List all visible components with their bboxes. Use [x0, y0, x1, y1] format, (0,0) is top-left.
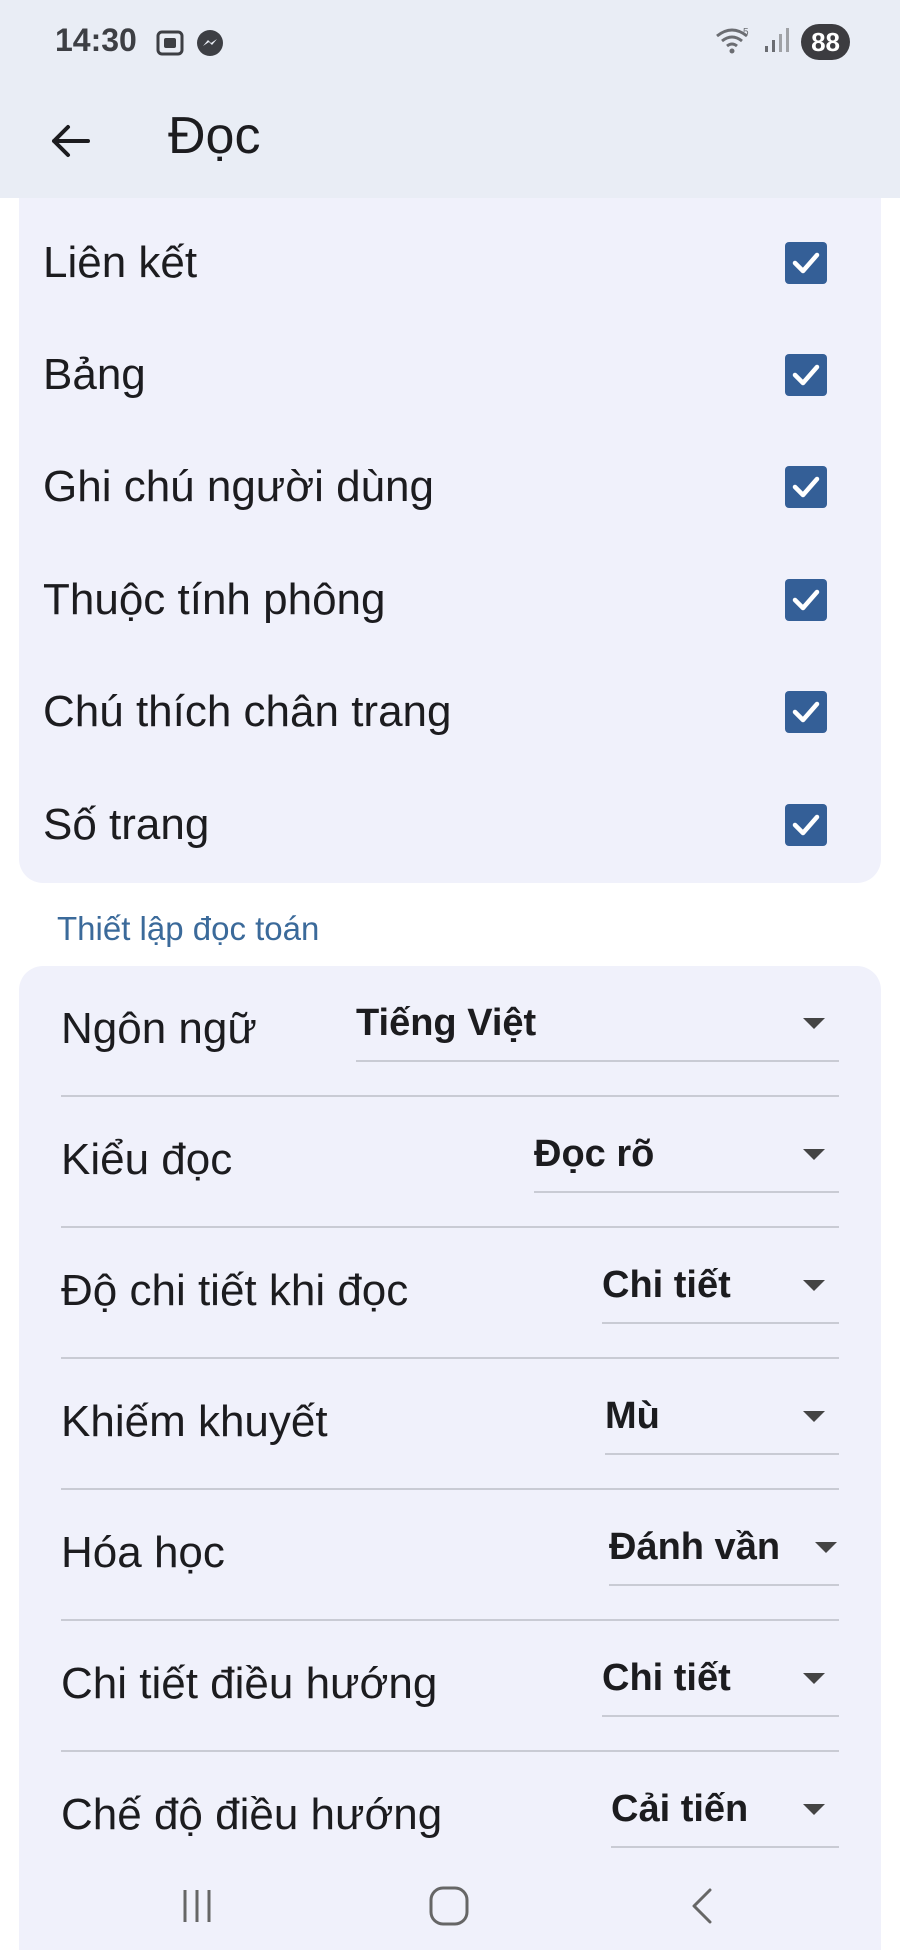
dropdown-value: Đọc rõ [534, 1133, 655, 1175]
disability-dropdown[interactable]: Mù [605, 1379, 839, 1455]
setting-label: Khiếm khuyết [61, 1397, 328, 1446]
dropdown-value: Chi tiết [602, 1657, 731, 1699]
option-row-page-numbers[interactable]: Số trang [19, 769, 881, 881]
caret-down-icon [803, 1411, 825, 1422]
dropdown-value: Cải tiến [611, 1788, 749, 1830]
verbosity-dropdown[interactable]: Chi tiết [602, 1248, 839, 1324]
page-title: Đọc [168, 107, 261, 165]
option-row-footnotes[interactable]: Chú thích chân trang [19, 656, 881, 768]
option-row-font-attributes[interactable]: Thuộc tính phông [19, 544, 881, 656]
setting-label: Chi tiết điều hướng [61, 1659, 438, 1708]
setting-navigation-detail: Chi tiết điều hướng Chi tiết [61, 1621, 839, 1752]
setting-label: Ngôn ngữ [61, 1004, 257, 1053]
dropdown-value: Mù [605, 1395, 660, 1437]
navigation-detail-dropdown[interactable]: Chi tiết [602, 1641, 839, 1717]
caret-down-icon [815, 1542, 837, 1553]
caret-down-icon [803, 1804, 825, 1815]
checkmark-icon [792, 814, 820, 836]
checkmark-icon [792, 476, 820, 498]
option-checkbox[interactable] [785, 354, 827, 396]
math-section-header: Thiết lập đọc toán [57, 910, 320, 947]
option-label: Ghi chú người dùng [43, 462, 434, 511]
caret-down-icon [803, 1673, 825, 1684]
setting-verbosity: Độ chi tiết khi đọc Chi tiết [61, 1228, 839, 1359]
recents-button[interactable] [167, 1876, 227, 1936]
home-icon [429, 1886, 469, 1926]
setting-label: Chế độ điều hướng [61, 1790, 443, 1839]
caret-down-icon [803, 1280, 825, 1291]
checkmark-icon [792, 701, 820, 723]
option-checkbox[interactable] [785, 579, 827, 621]
math-settings-card: Ngôn ngữ Tiếng Việt Kiểu đọc Đọc rõ Độ c… [19, 966, 881, 1950]
option-label: Bảng [43, 350, 146, 399]
option-checkbox[interactable] [785, 466, 827, 508]
screenshot-icon [155, 28, 185, 63]
option-label: Liên kết [43, 238, 198, 287]
setting-label: Kiểu đọc [61, 1135, 233, 1184]
option-label: Số trang [43, 800, 210, 849]
nav-back-button[interactable] [672, 1876, 732, 1936]
option-checkbox[interactable] [785, 242, 827, 284]
navigation-mode-dropdown[interactable]: Cải tiến [611, 1772, 839, 1848]
reading-options-card: Liên kết Bảng Ghi chú người dùng Thuộc t… [19, 198, 881, 883]
signal-icon [763, 26, 791, 59]
wifi-icon: 5 [715, 25, 753, 60]
dropdown-value: Chi tiết [602, 1264, 731, 1306]
messenger-icon [195, 28, 225, 63]
arrow-left-icon [52, 125, 90, 157]
option-label: Chú thích chân trang [43, 687, 452, 736]
reading-style-dropdown[interactable]: Đọc rõ [534, 1117, 839, 1193]
setting-label: Hóa học [61, 1528, 225, 1577]
recents-icon [183, 1890, 211, 1922]
setting-chemistry: Hóa học Đánh vần [61, 1490, 839, 1621]
checkmark-icon [792, 364, 820, 386]
home-button[interactable] [419, 1876, 479, 1936]
setting-label: Độ chi tiết khi đọc [61, 1266, 409, 1315]
setting-reading-style: Kiểu đọc Đọc rõ [61, 1097, 839, 1228]
option-row-tables[interactable]: Bảng [19, 319, 881, 431]
language-dropdown[interactable]: Tiếng Việt [356, 986, 839, 1062]
setting-language: Ngôn ngữ Tiếng Việt [61, 966, 839, 1097]
setting-disability: Khiếm khuyết Mù [61, 1359, 839, 1490]
option-row-user-notes[interactable]: Ghi chú người dùng [19, 431, 881, 543]
back-button[interactable] [40, 111, 100, 171]
app-bar: Đọc [0, 86, 900, 198]
svg-text:5: 5 [743, 27, 749, 38]
checkmark-icon [792, 252, 820, 274]
status-time: 14:30 [55, 22, 137, 58]
back-icon [692, 1888, 712, 1924]
caret-down-icon [803, 1018, 825, 1029]
option-checkbox[interactable] [785, 691, 827, 733]
dropdown-value: Tiếng Việt [356, 1002, 537, 1044]
caret-down-icon [803, 1149, 825, 1160]
battery-indicator: 88 [801, 24, 850, 60]
dropdown-value: Đánh vần [609, 1526, 781, 1568]
option-checkbox[interactable] [785, 804, 827, 846]
status-bar: 14:30 5 88 [0, 0, 900, 86]
chemistry-dropdown[interactable]: Đánh vần [609, 1510, 839, 1586]
option-row-links[interactable]: Liên kết [19, 207, 881, 319]
option-label: Thuộc tính phông [43, 575, 386, 624]
system-nav-bar [0, 1860, 900, 1950]
checkmark-icon [792, 589, 820, 611]
